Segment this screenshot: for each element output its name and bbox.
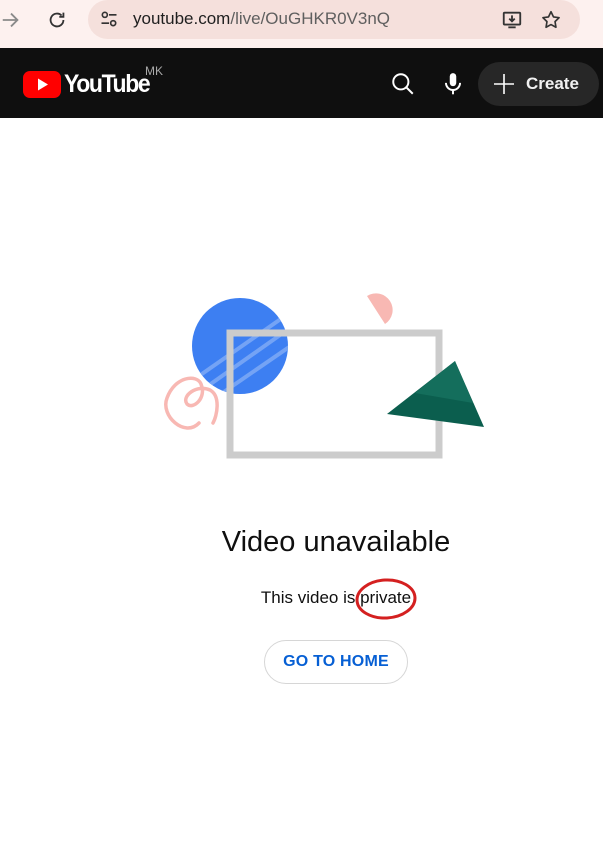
tune-icon (101, 11, 117, 27)
install-app-button[interactable] (500, 8, 524, 32)
logo-text: YouTube (64, 69, 151, 98)
message-prefix: This video is (260, 588, 361, 607)
youtube-logo[interactable]: YouTube (23, 70, 157, 98)
url-domain: youtube.com (133, 9, 231, 28)
arrow-right-icon (2, 12, 19, 28)
voice-search-button[interactable] (439, 70, 467, 98)
youtube-play-icon (23, 70, 61, 98)
install-app-icon (502, 11, 522, 29)
search-button[interactable] (389, 70, 417, 98)
plus-icon (492, 72, 516, 96)
search-icon (392, 73, 414, 95)
country-code: MK (145, 64, 163, 78)
create-button[interactable]: Create (478, 62, 599, 106)
youtube-masthead: YouTube MK Create (0, 48, 603, 118)
annotation-circle (355, 578, 417, 620)
create-label: Create (526, 74, 579, 93)
error-message: This video is private (0, 588, 603, 608)
video-unavailable-illustration (164, 293, 484, 459)
url-text[interactable]: youtube.com/live/OuGHKR0V3nQ (133, 9, 390, 29)
url-path: /live/OuGHKR0V3nQ (230, 9, 391, 28)
forward-button[interactable] (0, 7, 26, 33)
bookmark-button[interactable] (539, 8, 563, 32)
go-to-home-button[interactable]: GO TO HOME (264, 640, 408, 684)
site-info-button[interactable] (98, 8, 120, 30)
star-icon (542, 10, 560, 29)
microphone-icon (444, 73, 462, 95)
browser-toolbar: youtube.com/live/OuGHKR0V3nQ (0, 0, 603, 48)
address-bar[interactable]: youtube.com/live/OuGHKR0V3nQ (88, 0, 580, 39)
reload-button[interactable] (42, 7, 72, 33)
error-title: Video unavailable (221, 526, 451, 558)
reload-icon (49, 12, 65, 28)
